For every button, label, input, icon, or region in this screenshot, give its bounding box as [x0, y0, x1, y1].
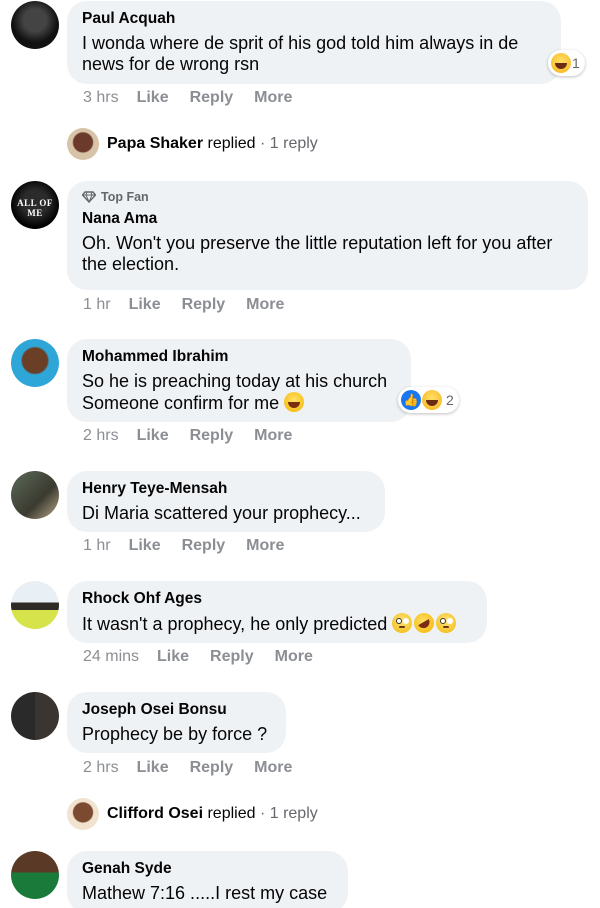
- like-button[interactable]: Like: [137, 88, 169, 108]
- comment-timestamp[interactable]: 2 hrs: [83, 758, 119, 778]
- reaction-summary[interactable]: 1: [548, 50, 585, 76]
- like-button[interactable]: Like: [129, 536, 161, 556]
- like-reaction-icon: 👍: [401, 390, 421, 410]
- comment-bubble: Mohammed Ibrahim So he is preaching toda…: [67, 339, 411, 422]
- reaction-summary[interactable]: 👍 2: [398, 387, 459, 413]
- avatar-label: ALL OF ME: [17, 198, 53, 218]
- diamond-icon: [82, 191, 96, 203]
- eye-roll-emoji-icon: [392, 613, 413, 633]
- reply-avatar: [67, 128, 99, 160]
- reply-count: · 1 reply: [259, 805, 318, 822]
- more-button[interactable]: More: [254, 758, 292, 778]
- comment-author[interactable]: Paul Acquah: [82, 9, 545, 29]
- comment-bubble: Rhock Ohf Ages It wasn't a prophecy, he …: [67, 581, 487, 643]
- comment-actions: 3 hrs Like Reply More: [83, 88, 313, 108]
- reply-button[interactable]: Reply: [190, 426, 234, 446]
- reaction-count: 2: [446, 392, 454, 408]
- avatar[interactable]: [11, 851, 59, 899]
- reply-avatar: [67, 798, 99, 830]
- comment-actions: 1 hr Like Reply More: [83, 536, 305, 556]
- reply-button[interactable]: Reply: [190, 758, 234, 778]
- haha-reaction-icon: [551, 53, 571, 73]
- laughing-emoji-icon: [284, 392, 305, 412]
- reply-button[interactable]: Reply: [182, 295, 226, 315]
- reply-button[interactable]: Reply: [210, 647, 254, 667]
- like-button[interactable]: Like: [157, 647, 189, 667]
- comment-author[interactable]: Genah Syde: [82, 859, 332, 879]
- comment-text-content: Someone confirm for me: [82, 393, 280, 413]
- rofl-emoji-icon: [410, 609, 438, 637]
- comment-bubble: Joseph Osei Bonsu Prophecy be by force ?: [67, 692, 286, 753]
- comment-author[interactable]: Mohammed Ibrahim: [82, 347, 395, 367]
- haha-reaction-icon: [422, 390, 442, 410]
- comment-timestamp[interactable]: 1 hr: [83, 295, 111, 315]
- comment-author[interactable]: Henry Teye-Mensah: [82, 479, 369, 499]
- like-button[interactable]: Like: [137, 758, 169, 778]
- more-button[interactable]: More: [254, 88, 292, 108]
- comment-timestamp[interactable]: 2 hrs: [83, 426, 119, 446]
- comment-timestamp[interactable]: 3 hrs: [83, 88, 119, 108]
- comment-text-content: It wasn't a prophecy, he only predicted: [82, 614, 388, 634]
- comment-text-line: So he is preaching today at his church: [82, 371, 388, 391]
- replied-label: replied: [207, 805, 256, 822]
- more-button[interactable]: More: [246, 536, 284, 556]
- reply-count: · 1 reply: [260, 135, 318, 152]
- comment-text-line: Someone confirm for me: [82, 392, 395, 414]
- top-fan-badge: Top Fan: [82, 189, 572, 205]
- replied-label: replied: [207, 135, 256, 152]
- comment-text-line: Prophecy be by force ?: [82, 724, 268, 744]
- reply-author: Clifford Osei: [107, 805, 204, 822]
- comment-author[interactable]: Rhock Ohf Ages: [82, 589, 471, 609]
- reply-button[interactable]: Reply: [182, 536, 226, 556]
- avatar[interactable]: ALL OF ME: [11, 181, 59, 229]
- avatar[interactable]: [11, 471, 59, 519]
- avatar[interactable]: [11, 1, 59, 49]
- comment-text-line: Di Maria scattered your prophecy...: [82, 503, 361, 523]
- reply-button[interactable]: Reply: [190, 88, 234, 108]
- more-button[interactable]: More: [254, 426, 292, 446]
- avatar[interactable]: [11, 692, 59, 740]
- avatar[interactable]: [11, 581, 59, 629]
- comment-text-line: Oh. Won't you preserve the little reputa…: [82, 233, 553, 253]
- comment-actions: 24 mins Like Reply More: [83, 647, 334, 667]
- comment-author[interactable]: Nana Ama: [82, 209, 572, 229]
- comment-author[interactable]: Joseph Osei Bonsu: [82, 700, 270, 720]
- reply-author: Papa Shaker: [107, 135, 204, 152]
- top-fan-label: Top Fan: [101, 190, 149, 204]
- comment-actions: 2 hrs Like Reply More: [83, 426, 313, 446]
- comment-bubble: Genah Syde Mathew 7:16 .....I rest my ca…: [67, 851, 348, 908]
- avatar[interactable]: [11, 339, 59, 387]
- comment-timestamp[interactable]: 24 mins: [83, 647, 139, 667]
- reaction-count: 1: [572, 55, 580, 71]
- comment-bubble: Paul Acquah I wonda where de sprit of hi…: [67, 1, 561, 84]
- comment-timestamp[interactable]: 1 hr: [83, 536, 111, 556]
- comment-actions: 2 hrs Like Reply More: [83, 758, 313, 778]
- comment-text-line: I wonda where de sprit of his god told h…: [82, 33, 519, 53]
- comment-actions: 1 hr Like Reply More: [83, 295, 305, 315]
- more-button[interactable]: More: [246, 295, 284, 315]
- comment-bubble: Top Fan Nana Ama Oh. Won't you preserve …: [67, 181, 588, 290]
- comment-text-line: It wasn't a prophecy, he only predicted: [82, 609, 471, 637]
- like-button[interactable]: Like: [137, 426, 169, 446]
- comment-text-line: news for de wrong rsn: [82, 54, 260, 74]
- comment-bubble: Henry Teye-Mensah Di Maria scattered you…: [67, 471, 385, 532]
- like-button[interactable]: Like: [129, 295, 161, 315]
- replies-link[interactable]: Papa Shaker replied · 1 reply: [67, 128, 318, 160]
- replies-link[interactable]: Clifford Osei replied · 1 reply: [67, 798, 318, 830]
- more-button[interactable]: More: [275, 647, 313, 667]
- comment-text-line: the election.: [82, 254, 180, 274]
- eye-roll-emoji-icon: [436, 613, 457, 633]
- comment-text-line: Mathew 7:16 .....I rest my case: [82, 883, 328, 903]
